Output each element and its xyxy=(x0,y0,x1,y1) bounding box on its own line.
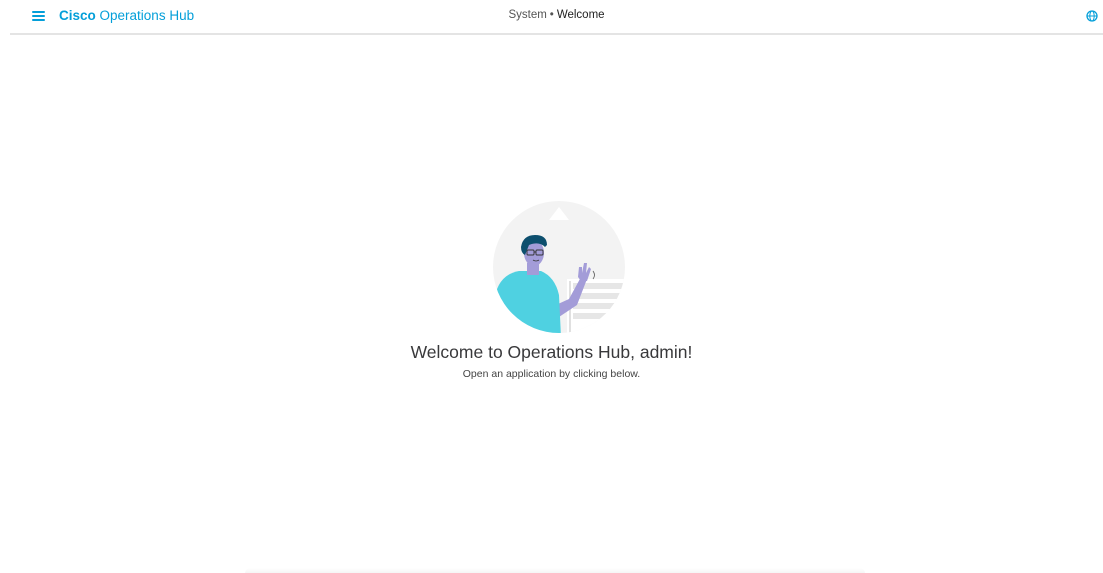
breadcrumb-separator: • xyxy=(549,9,554,21)
globe-icon[interactable] xyxy=(1086,10,1098,22)
app-launcher-bar[interactable] xyxy=(245,568,865,573)
breadcrumb-current: Welcome xyxy=(556,9,605,21)
top-header: Cisco Operations Hub System • Welcome xyxy=(10,0,1103,35)
welcome-subtitle: Open an application by clicking below. xyxy=(462,368,641,380)
main-content: Welcome to Operations Hub, admin! Open a… xyxy=(0,37,1103,573)
welcome-illustration xyxy=(493,201,625,333)
breadcrumb: System • Welcome xyxy=(10,9,1103,21)
welcome-title: Welcome to Operations Hub, admin! xyxy=(410,342,693,362)
app-root: Cisco Operations Hub System • Welcome We… xyxy=(0,0,1103,573)
breadcrumb-parent[interactable]: System xyxy=(508,9,546,21)
